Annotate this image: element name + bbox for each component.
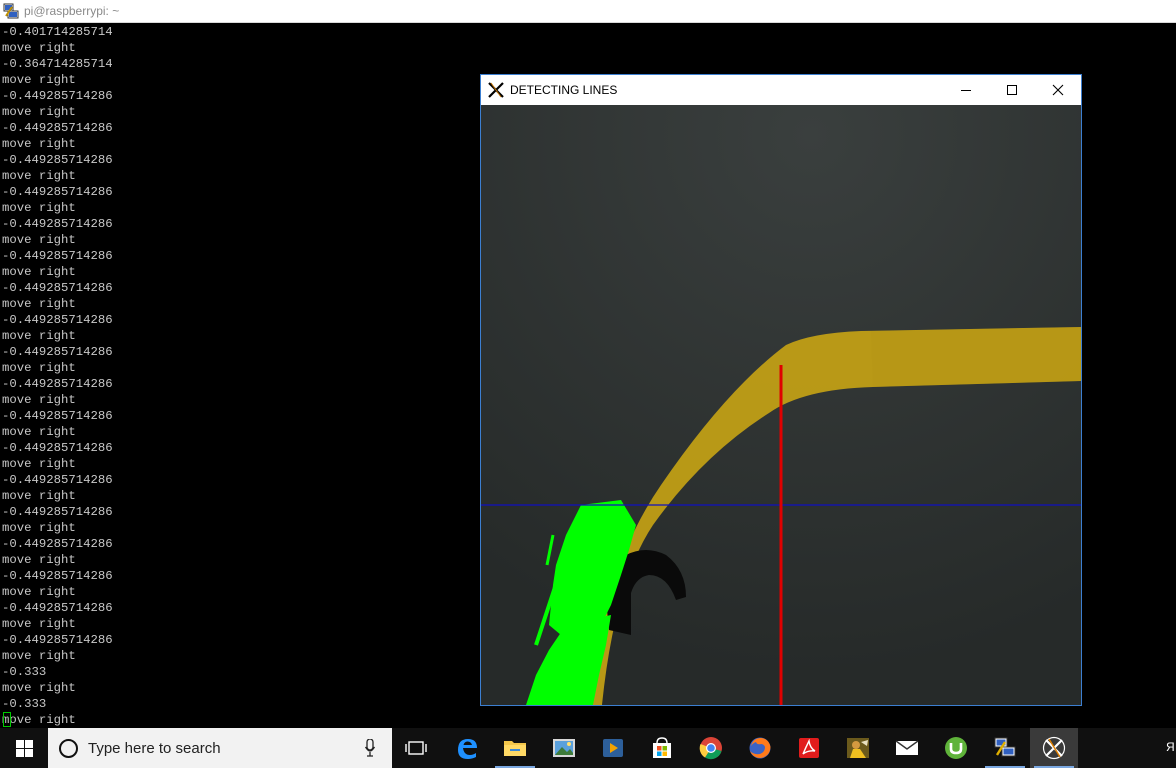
terminal-line: move right bbox=[2, 105, 76, 119]
terminal-line: move right bbox=[2, 649, 76, 663]
search-box[interactable]: Type here to search bbox=[48, 728, 392, 768]
close-icon bbox=[1052, 84, 1064, 96]
terminal-line: move right bbox=[2, 553, 76, 567]
minimize-icon bbox=[961, 90, 971, 91]
terminal-line: -0.449285714286 bbox=[2, 633, 113, 647]
terminal-line: move right bbox=[2, 457, 76, 471]
chrome-icon bbox=[699, 737, 722, 760]
terminal-line: move right bbox=[2, 617, 76, 631]
taskbar-utorrent[interactable] bbox=[932, 728, 980, 768]
terminal-line: -0.449285714286 bbox=[2, 313, 113, 327]
terminal-line: -0.449285714286 bbox=[2, 441, 113, 455]
terminal-line: move right bbox=[2, 425, 76, 439]
task-view-icon bbox=[405, 741, 427, 755]
media-player-icon bbox=[603, 739, 623, 757]
game-icon bbox=[847, 738, 869, 758]
taskbar-edge[interactable] bbox=[443, 728, 491, 768]
terminal-lines: -0.401714285714 move right -0.364714285714… bbox=[2, 24, 113, 744]
microphone-icon[interactable] bbox=[365, 739, 375, 757]
terminal-line: move right bbox=[2, 297, 76, 311]
task-view-button[interactable] bbox=[392, 728, 440, 768]
detecting-lines-window[interactable]: DETECTING LINES bbox=[480, 74, 1082, 706]
network-icon bbox=[994, 737, 1016, 757]
mail-icon bbox=[895, 740, 919, 755]
language-indicator[interactable]: Я bbox=[1166, 740, 1175, 754]
terminal-line: -0.449285714286 bbox=[2, 505, 113, 519]
taskbar-game[interactable] bbox=[834, 728, 882, 768]
terminal-line: move right bbox=[2, 169, 76, 183]
terminal-line: -0.449285714286 bbox=[2, 153, 113, 167]
terminal-line: -0.449285714286 bbox=[2, 185, 113, 199]
search-icon bbox=[59, 739, 78, 758]
terminal-line: -0.449285714286 bbox=[2, 409, 113, 423]
close-button[interactable] bbox=[1035, 75, 1081, 105]
file-explorer-icon bbox=[504, 741, 526, 756]
terminal-line: move right bbox=[2, 73, 76, 87]
terminal-line: -0.449285714286 bbox=[2, 537, 113, 551]
terminal-line: move right bbox=[2, 585, 76, 599]
window-titlebar[interactable]: DETECTING LINES bbox=[481, 75, 1081, 105]
terminal-line: -0.449285714286 bbox=[2, 121, 113, 135]
terminal-line: move right bbox=[2, 521, 76, 535]
maximize-button[interactable] bbox=[989, 75, 1035, 105]
camera-frame bbox=[481, 105, 1081, 705]
terminal-line: move right bbox=[2, 713, 76, 727]
taskbar-firefox[interactable] bbox=[736, 728, 784, 768]
taskbar: Type here to search Я bbox=[0, 728, 1176, 768]
xming-icon bbox=[1042, 736, 1066, 760]
terminal-line: -0.333 bbox=[2, 665, 47, 679]
terminal-title: pi@raspberrypi: ~ bbox=[24, 4, 120, 18]
xming-logo-icon bbox=[488, 82, 504, 98]
terminal-cursor bbox=[3, 712, 11, 727]
terminal-line: move right bbox=[2, 41, 76, 55]
terminal-line: move right bbox=[2, 681, 76, 695]
terminal-titlebar[interactable]: pi@raspberrypi: ~ bbox=[0, 0, 1176, 23]
terminal-line: move right bbox=[2, 233, 76, 247]
taskbar-putty[interactable] bbox=[981, 728, 1029, 768]
store-icon bbox=[653, 737, 671, 758]
terminal-line: move right bbox=[2, 201, 76, 215]
taskbar-store[interactable] bbox=[638, 728, 686, 768]
terminal-line: -0.333 bbox=[2, 697, 47, 711]
terminal-line: -0.449285714286 bbox=[2, 377, 113, 391]
taskbar-media-player[interactable] bbox=[589, 728, 637, 768]
terminal-line: -0.449285714286 bbox=[2, 89, 113, 103]
terminal-line: move right bbox=[2, 489, 76, 503]
search-placeholder: Type here to search bbox=[88, 740, 221, 757]
terminal-line: -0.401714285714 bbox=[2, 25, 113, 39]
taskbar-chrome[interactable] bbox=[687, 728, 735, 768]
terminal-line: move right bbox=[2, 137, 76, 151]
taskbar-xming[interactable] bbox=[1030, 728, 1078, 768]
minimize-button[interactable] bbox=[943, 75, 989, 105]
terminal-line: -0.449285714286 bbox=[2, 473, 113, 487]
terminal-line: move right bbox=[2, 393, 76, 407]
terminal-line: move right bbox=[2, 329, 76, 343]
maximize-icon bbox=[1007, 85, 1017, 95]
photos-icon bbox=[553, 739, 575, 757]
acrobat-icon bbox=[799, 738, 819, 758]
window-title: DETECTING LINES bbox=[510, 83, 618, 97]
edge-icon bbox=[458, 739, 477, 759]
start-button[interactable] bbox=[0, 728, 48, 768]
taskbar-mail[interactable] bbox=[883, 728, 931, 768]
firefox-icon bbox=[749, 737, 771, 759]
terminal-line: -0.449285714286 bbox=[2, 217, 113, 231]
taskbar-photos[interactable] bbox=[540, 728, 588, 768]
terminal-line: -0.449285714286 bbox=[2, 569, 113, 583]
start-icon bbox=[16, 740, 33, 757]
taskbar-file-explorer[interactable] bbox=[491, 728, 539, 768]
terminal-line: move right bbox=[2, 265, 76, 279]
terminal-line: -0.364714285714 bbox=[2, 57, 113, 71]
terminal-line: move right bbox=[2, 361, 76, 375]
terminal-line: -0.449285714286 bbox=[2, 345, 113, 359]
utorrent-icon bbox=[945, 737, 967, 759]
tape-highlight bbox=[871, 327, 1081, 387]
putty-icon bbox=[3, 3, 19, 19]
taskbar-acrobat[interactable] bbox=[785, 728, 833, 768]
terminal-line: -0.449285714286 bbox=[2, 281, 113, 295]
terminal-line: -0.449285714286 bbox=[2, 249, 113, 263]
terminal-line: -0.449285714286 bbox=[2, 601, 113, 615]
